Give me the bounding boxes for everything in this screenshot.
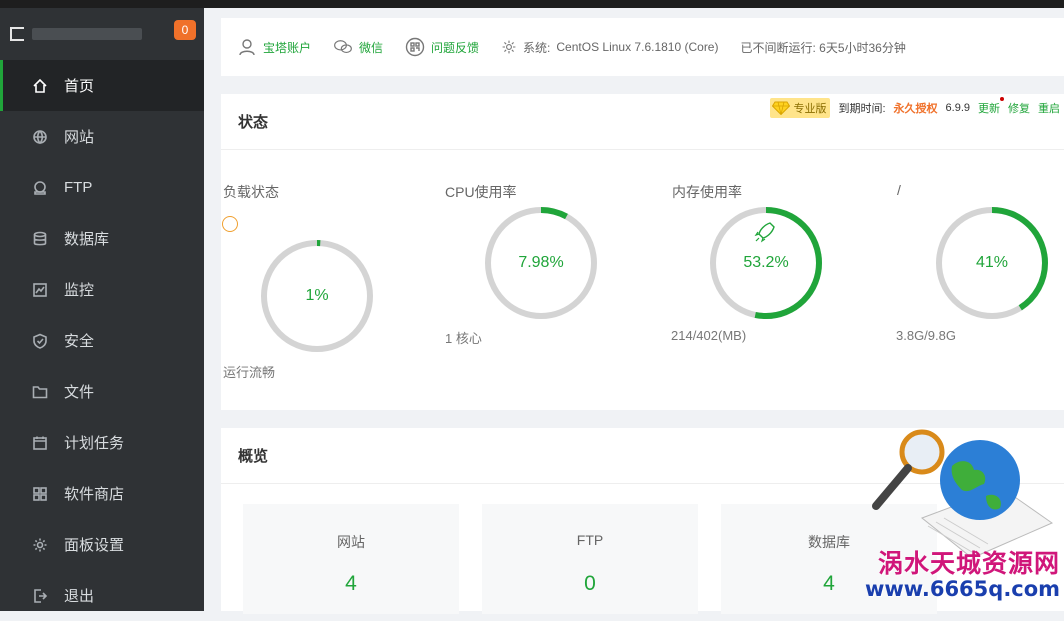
repair-link[interactable]: 修复 bbox=[1008, 100, 1030, 116]
pro-license-bar: 专业版 到期时间: 永久授权 6.9.9 更新 修复 重启 bbox=[770, 97, 1060, 118]
database-icon bbox=[33, 231, 47, 245]
calendar-icon bbox=[33, 436, 47, 450]
sidebar-item-label: 首页 bbox=[64, 78, 95, 95]
sidebar-item-label: 网站 bbox=[64, 129, 95, 146]
pro-label: 专业版 bbox=[793, 103, 827, 115]
brand-name-blurred bbox=[32, 28, 142, 40]
update-link[interactable]: 更新 bbox=[978, 97, 1004, 116]
sidebar-item-settings[interactable]: 面板设置 bbox=[0, 519, 204, 570]
window-top-edge bbox=[0, 0, 1064, 8]
sidebar-item-security[interactable]: 安全 bbox=[0, 315, 204, 366]
pro-badge[interactable]: 专业版 bbox=[770, 98, 831, 118]
sidebar-item-logout[interactable]: 退出 bbox=[0, 570, 204, 621]
load-gauge-value: 1% bbox=[305, 287, 329, 304]
sidebar-item-store[interactable]: 软件商店 bbox=[0, 468, 204, 519]
sidebar-item-label: 面板设置 bbox=[64, 537, 125, 554]
overview-card-label: FTP bbox=[576, 532, 604, 548]
folder-icon bbox=[32, 385, 48, 398]
sidebar-item-label: 退出 bbox=[64, 588, 95, 605]
load-indicator-icon bbox=[222, 216, 238, 232]
feedback-label: 问题反馈 bbox=[431, 40, 480, 55]
top-info-bar: 宝塔账户 微信 问题反馈 系统: CentOS Linux 7.6.1810 (… bbox=[221, 18, 1064, 76]
sidebar-item-label: FTP bbox=[64, 179, 93, 196]
update-dot bbox=[1000, 97, 1004, 101]
load-gauge-sub: 运行流畅 bbox=[223, 365, 276, 380]
ftp-icon bbox=[34, 180, 46, 195]
cpu-gauge-sub: 1 核心 bbox=[445, 331, 482, 346]
sidebar-item-ftp[interactable]: FTP bbox=[0, 162, 204, 213]
system-info: 系统: CentOS Linux 7.6.1810 (Core) bbox=[501, 39, 718, 56]
wechat-label: 微信 bbox=[359, 40, 384, 55]
gear-icon bbox=[33, 538, 47, 551]
status-title: 状态 bbox=[238, 114, 269, 131]
expire-label: 到期时间: bbox=[838, 103, 886, 115]
account-label: 宝塔账户 bbox=[263, 40, 312, 55]
restart-link[interactable]: 重启 bbox=[1038, 100, 1060, 116]
sidebar: 0 首页 网站 FTP 数据库 监控 安全 文件 计划任务 软件商店 面板设置 bbox=[0, 8, 204, 611]
sidebar-item-monitor[interactable]: 监控 bbox=[0, 264, 204, 315]
overview-title: 概览 bbox=[238, 448, 269, 465]
update-label: 更新 bbox=[978, 103, 1000, 115]
overview-card-value[interactable]: 4 bbox=[243, 572, 459, 596]
home-icon bbox=[33, 78, 47, 93]
memory-gauge-value: 53.2% bbox=[743, 254, 789, 271]
wechat-icon bbox=[334, 40, 352, 53]
sidebar-item-label: 文件 bbox=[64, 384, 95, 401]
feedback-link[interactable]: 问题反馈 bbox=[405, 37, 479, 57]
sidebar-item-label: 计划任务 bbox=[64, 435, 125, 452]
uptime-info: 已不间断运行: 6天5小时36分钟 bbox=[740, 39, 905, 56]
logo-icon bbox=[10, 27, 24, 41]
diamond-icon bbox=[772, 101, 791, 115]
load-gauge-title: 负载状态 bbox=[223, 184, 279, 200]
sidebar-item-label: 监控 bbox=[64, 282, 95, 299]
status-panel-header: 状态 专业版 到期时间: 永久授权 6.9.9 更新 修复 重启 bbox=[221, 94, 1064, 150]
notification-badge[interactable]: 0 bbox=[174, 20, 196, 40]
sidebar-item-cron[interactable]: 计划任务 bbox=[0, 417, 204, 468]
overview-card-value[interactable]: 0 bbox=[482, 572, 698, 596]
sidebar-item-home[interactable]: 首页 bbox=[0, 60, 204, 111]
cpu-gauge-title: CPU使用率 bbox=[445, 184, 517, 200]
account-link[interactable]: 宝塔账户 bbox=[237, 37, 311, 57]
user-icon bbox=[239, 39, 255, 56]
sidebar-item-label: 安全 bbox=[64, 333, 95, 350]
expire-value: 永久授权 bbox=[893, 103, 938, 115]
gear-icon bbox=[502, 40, 516, 54]
disk-gauge-value: 41% bbox=[975, 254, 1009, 271]
rocket-icon[interactable] bbox=[754, 222, 775, 243]
memory-gauge-sub: 214/402(MB) bbox=[671, 328, 747, 343]
disk-gauge-title: / bbox=[897, 182, 901, 198]
sidebar-item-label: 数据库 bbox=[64, 231, 110, 248]
sidebar-item-database[interactable]: 数据库 bbox=[0, 213, 204, 264]
shield-icon bbox=[33, 333, 47, 349]
uptime-text: 已不间断运行: 6天5小时36分钟 bbox=[740, 40, 906, 55]
wechat-link[interactable]: 微信 bbox=[333, 37, 383, 57]
overview-card-label: 网站 bbox=[337, 534, 365, 550]
brand: 0 bbox=[0, 8, 204, 60]
logout-icon bbox=[34, 588, 48, 603]
globe-icon bbox=[33, 129, 47, 144]
apps-grid-icon bbox=[33, 486, 47, 501]
watermark-text-url: www.6665q.com bbox=[865, 577, 1061, 601]
version-number: 6.9.9 bbox=[945, 102, 970, 114]
sidebar-item-files[interactable]: 文件 bbox=[0, 366, 204, 417]
system-label: 系统: bbox=[523, 40, 551, 55]
overview-card-ftp[interactable]: FTP 0 bbox=[482, 504, 698, 614]
system-value: CentOS Linux 7.6.1810 (Core) bbox=[556, 40, 719, 54]
qrcode-feedback-icon bbox=[405, 37, 425, 57]
cpu-gauge-value: 7.98% bbox=[518, 254, 564, 271]
sidebar-item-website[interactable]: 网站 bbox=[0, 111, 204, 162]
sidebar-item-label: 软件商店 bbox=[64, 486, 125, 503]
memory-gauge-title: 内存使用率 bbox=[672, 184, 742, 200]
monitor-icon bbox=[33, 282, 47, 297]
status-panel: 状态 专业版 到期时间: 永久授权 6.9.9 更新 修复 重启 负载状态 1%… bbox=[221, 94, 1064, 410]
disk-gauge-sub: 3.8G/9.8G bbox=[896, 328, 956, 343]
overview-card-website[interactable]: 网站 4 bbox=[243, 504, 459, 614]
watermark-text-name: 涡水天城资源网 bbox=[878, 549, 1061, 578]
